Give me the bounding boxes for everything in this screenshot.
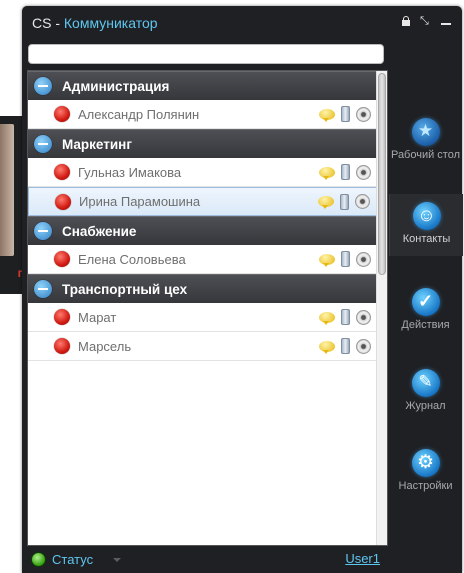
collapse-icon[interactable] xyxy=(34,77,52,95)
contact-name: Александр Полянин xyxy=(78,106,200,122)
search-input[interactable] xyxy=(28,44,384,64)
scrollbar-thumb[interactable] xyxy=(378,73,386,275)
collapse-icon[interactable] xyxy=(34,280,52,298)
contact-item-selected[interactable]: Ирина Парамошина xyxy=(28,187,387,216)
phone-icon[interactable] xyxy=(341,251,350,267)
webcam-icon[interactable] xyxy=(356,164,371,180)
contact-item[interactable]: Марсель xyxy=(28,332,387,361)
contact-name: Елена Соловьева xyxy=(78,251,186,267)
phone-icon[interactable] xyxy=(341,164,350,180)
cog-icon xyxy=(411,449,440,477)
chat-icon[interactable] xyxy=(319,253,335,267)
chevron-down-icon[interactable] xyxy=(113,558,121,562)
collapse-icon[interactable] xyxy=(34,222,52,240)
chat-icon[interactable] xyxy=(319,311,335,325)
user-link[interactable]: User1 xyxy=(345,551,380,566)
contact-name: Марсель xyxy=(78,338,132,354)
webcam-icon[interactable] xyxy=(356,106,371,122)
contact-item[interactable]: Елена Соловьева xyxy=(28,245,387,274)
expand-icon[interactable]: ⤡ xyxy=(420,15,432,27)
collapse-icon[interactable] xyxy=(34,135,52,153)
sidebar-item-contacts[interactable]: Контакты xyxy=(389,194,463,256)
group-header-transport[interactable]: Транспортный цех xyxy=(28,274,387,303)
phone-icon[interactable] xyxy=(341,106,350,122)
chat-icon[interactable] xyxy=(318,196,334,209)
webcam-icon[interactable] xyxy=(356,251,371,267)
title-bar[interactable]: CS - Коммуникатор ⤡ xyxy=(22,6,462,40)
webcam-icon[interactable] xyxy=(355,194,370,209)
sidebar-item-desktop[interactable]: Рабочий стол xyxy=(389,118,462,180)
status-bar: Статус User1 xyxy=(22,546,462,573)
sidebar-item-settings[interactable]: Настройки xyxy=(389,449,462,511)
chat-icon[interactable] xyxy=(319,108,335,122)
star-icon xyxy=(411,118,440,146)
chat-icon[interactable] xyxy=(319,340,335,354)
group-header-supply[interactable]: Снабжение xyxy=(28,216,387,245)
contact-photo xyxy=(0,124,14,256)
contact-name: Ирина Парамошина xyxy=(79,194,201,209)
phone-icon[interactable] xyxy=(341,309,350,325)
webcam-icon[interactable] xyxy=(356,309,371,325)
minimize-icon[interactable] xyxy=(440,15,452,27)
contact-name: Марат xyxy=(78,309,117,325)
sidebar-nav: Рабочий стол Контакты Действия Журнал На… xyxy=(389,56,463,546)
offline-status-icon xyxy=(55,193,71,210)
list-scrollbar[interactable] xyxy=(376,71,387,545)
group-header-marketing[interactable]: Маркетинг xyxy=(28,129,387,158)
phone-icon[interactable] xyxy=(340,193,349,210)
sidebar-item-actions[interactable]: Действия xyxy=(389,288,462,350)
offline-status-icon xyxy=(54,338,70,354)
contact-item[interactable]: Гульназ Имакова xyxy=(28,158,387,187)
webcam-icon[interactable] xyxy=(356,338,371,354)
lock-icon[interactable] xyxy=(400,15,412,27)
contact-item[interactable]: Марат xyxy=(28,303,387,332)
status-dropdown[interactable]: Статус xyxy=(52,552,93,567)
offline-status-icon xyxy=(54,251,70,267)
sidebar-item-journal[interactable]: Журнал xyxy=(389,369,462,431)
check-icon xyxy=(411,288,440,316)
offline-status-icon xyxy=(54,309,70,325)
contact-list: Администрация Александр Полянин Маркетин… xyxy=(27,70,388,546)
chat-icon[interactable] xyxy=(319,166,335,180)
pen-icon xyxy=(411,369,440,397)
phone-icon[interactable] xyxy=(341,338,350,354)
group-header-administration[interactable]: Администрация xyxy=(28,71,387,100)
window-title: CS - Коммуникатор xyxy=(32,15,158,31)
communicator-window: CS - Коммуникатор ⤡ Администрация Алекса… xyxy=(22,6,463,573)
offline-status-icon xyxy=(54,106,70,122)
person-icon xyxy=(412,202,441,230)
online-status-icon xyxy=(31,552,46,567)
contact-item[interactable]: Александр Полянин xyxy=(28,100,387,129)
contact-name: Гульназ Имакова xyxy=(78,164,182,180)
offline-status-icon xyxy=(54,164,70,180)
